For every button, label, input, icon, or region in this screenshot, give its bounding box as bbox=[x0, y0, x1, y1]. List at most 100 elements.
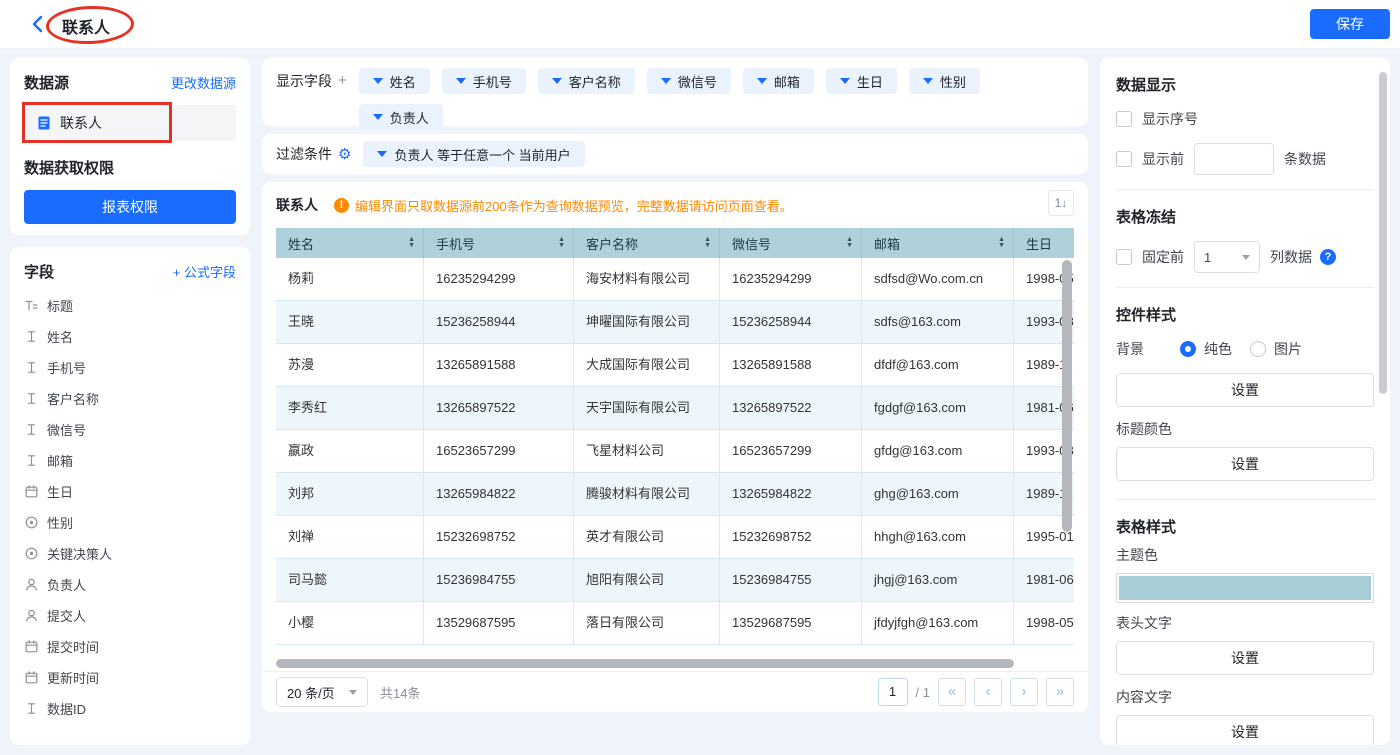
field-item-label: 姓名 bbox=[47, 327, 73, 346]
display-field-chip[interactable]: 性别 bbox=[909, 68, 980, 94]
table-cell: 小樱 bbox=[276, 602, 424, 644]
header-text-set-button[interactable]: 设置 bbox=[1116, 641, 1374, 675]
freeze-checkbox[interactable] bbox=[1116, 249, 1132, 265]
field-item[interactable]: 数据ID bbox=[24, 693, 236, 724]
freeze-count-select[interactable]: 1 bbox=[1194, 241, 1260, 273]
last-page-icon[interactable]: » bbox=[1046, 678, 1074, 706]
table-row: 小樱13529687595落日有限公司13529687595jfdyjfgh@1… bbox=[276, 602, 1074, 645]
sort-caret-icon[interactable]: ▲▼ bbox=[846, 237, 853, 249]
column-header-label: 手机号 bbox=[436, 234, 475, 253]
column-header[interactable]: 微信号▲▼ bbox=[720, 228, 862, 258]
page-size-select[interactable]: 20 条/页 bbox=[276, 677, 368, 707]
table-cell: 李秀红 bbox=[276, 387, 424, 429]
table-cell: sdfs@163.com bbox=[862, 301, 1014, 343]
change-datasource-link[interactable]: 更改数据源 bbox=[171, 73, 236, 92]
background-set-button[interactable]: 设置 bbox=[1116, 373, 1374, 407]
display-field-chip[interactable]: 姓名 bbox=[359, 68, 430, 94]
solid-color-radio[interactable] bbox=[1180, 341, 1196, 357]
image-radio[interactable] bbox=[1250, 341, 1266, 357]
display-field-chip[interactable]: 微信号 bbox=[647, 68, 731, 94]
radio-icon bbox=[24, 515, 39, 530]
sort-caret-icon[interactable]: ▲▼ bbox=[704, 237, 711, 249]
datasource-item[interactable]: 联系人 bbox=[24, 105, 236, 141]
help-icon[interactable]: ? bbox=[1320, 249, 1336, 265]
current-page-input[interactable]: 1 bbox=[878, 678, 908, 706]
solid-color-label: 纯色 bbox=[1204, 339, 1232, 359]
table-cell: sdfsd@Wo.com.cn bbox=[862, 258, 1014, 300]
field-item[interactable]: 标题 bbox=[24, 290, 236, 321]
chevron-down-icon bbox=[661, 78, 671, 84]
text-icon bbox=[24, 391, 39, 406]
gear-icon[interactable]: ⚙ bbox=[338, 145, 351, 163]
back-icon[interactable] bbox=[28, 14, 48, 34]
background-label: 背景 bbox=[1116, 339, 1180, 359]
panel-scrollbar[interactable] bbox=[1379, 72, 1387, 394]
field-item[interactable]: 手机号 bbox=[24, 352, 236, 383]
display-field-chip[interactable]: 手机号 bbox=[442, 68, 526, 94]
title-color-set-button[interactable]: 设置 bbox=[1116, 447, 1374, 481]
show-index-checkbox[interactable] bbox=[1116, 111, 1132, 127]
chip-label: 手机号 bbox=[473, 72, 512, 91]
content-text-set-button[interactable]: 设置 bbox=[1116, 715, 1374, 745]
table-cell: 16235294299 bbox=[720, 258, 862, 300]
column-header[interactable]: 手机号 ▲▼ bbox=[424, 228, 574, 258]
title-icon bbox=[24, 298, 39, 313]
fields-title: 字段 bbox=[24, 261, 54, 282]
filter-condition-chip[interactable]: 负责人 等于任意一个 当前用户 bbox=[363, 141, 584, 167]
prev-page-icon[interactable]: ‹ bbox=[974, 678, 1002, 706]
table-row: 刘禅15232698752英才有限公司15232698752hhgh@163.c… bbox=[276, 516, 1074, 559]
field-item[interactable]: 客户名称 bbox=[24, 383, 236, 414]
save-button[interactable]: 保存 bbox=[1310, 9, 1390, 39]
field-item[interactable]: 生日 bbox=[24, 476, 236, 507]
field-item-label: 负责人 bbox=[47, 575, 86, 594]
column-header[interactable]: 姓名▲▼ bbox=[276, 228, 424, 258]
field-item-label: 提交时间 bbox=[47, 637, 99, 656]
column-header[interactable]: 客户名称▲▼ bbox=[574, 228, 720, 258]
next-page-icon[interactable]: › bbox=[1010, 678, 1038, 706]
table-cell: 13265984822 bbox=[720, 473, 862, 515]
field-item-label: 标题 bbox=[47, 296, 73, 315]
column-header[interactable]: 邮箱▲▼ bbox=[862, 228, 1014, 258]
field-item-label: 客户名称 bbox=[47, 389, 99, 408]
display-field-chip[interactable]: 生日 bbox=[826, 68, 897, 94]
sort-order-icon[interactable]: 1↓ bbox=[1048, 190, 1074, 216]
field-item[interactable]: 微信号 bbox=[24, 414, 236, 445]
display-field-chip[interactable]: 负责人 bbox=[359, 104, 443, 130]
sort-caret-icon[interactable]: ▲▼ bbox=[998, 237, 1005, 249]
field-item[interactable]: 更新时间 bbox=[24, 662, 236, 693]
chevron-down-icon bbox=[373, 114, 383, 120]
table-row: 司马懿15236984755旭阳有限公司15236984755jhgj@163.… bbox=[276, 559, 1074, 602]
data-display-title: 数据显示 bbox=[1116, 74, 1374, 95]
field-item[interactable]: 姓名 bbox=[24, 321, 236, 352]
first-page-icon[interactable]: « bbox=[938, 678, 966, 706]
report-permission-button[interactable]: 报表权限 bbox=[24, 190, 236, 224]
field-item[interactable]: 性别 bbox=[24, 507, 236, 538]
display-field-chip[interactable]: 客户名称 bbox=[538, 68, 635, 94]
theme-color-swatch[interactable] bbox=[1116, 573, 1374, 603]
field-item[interactable]: 提交时间 bbox=[24, 631, 236, 662]
field-item[interactable]: 提交人 bbox=[24, 600, 236, 631]
column-header-label: 生日 bbox=[1026, 234, 1052, 253]
show-first-count-input[interactable] bbox=[1194, 143, 1274, 175]
table-cell: 13265891588 bbox=[720, 344, 862, 386]
sort-caret-icon[interactable]: ▲▼ bbox=[558, 237, 565, 249]
field-item[interactable]: 负责人 bbox=[24, 569, 236, 600]
add-formula-field-link[interactable]: + 公式字段 bbox=[173, 262, 236, 281]
chevron-down-icon bbox=[552, 78, 562, 84]
field-item[interactable]: 邮箱 bbox=[24, 445, 236, 476]
sort-caret-icon[interactable]: ▲▼ bbox=[408, 237, 415, 249]
field-item[interactable]: 关键决策人 bbox=[24, 538, 236, 569]
vertical-scrollbar[interactable] bbox=[1062, 260, 1072, 532]
show-first-checkbox[interactable] bbox=[1116, 151, 1132, 167]
display-field-chips: 姓名手机号客户名称微信号邮箱生日性别负责人 bbox=[359, 68, 1019, 116]
table-cell: 1998-05 bbox=[1014, 602, 1074, 644]
horizontal-scrollbar[interactable] bbox=[276, 659, 1014, 668]
column-header[interactable]: 生日▲▼ bbox=[1014, 228, 1074, 258]
add-field-icon[interactable]: + bbox=[338, 68, 347, 116]
table-cell: 13265897522 bbox=[720, 387, 862, 429]
display-field-chip[interactable]: 邮箱 bbox=[743, 68, 814, 94]
table-row: 刘邦13265984822腾骏材料有限公司13265984822ghg@163.… bbox=[276, 473, 1074, 516]
permission-title: 数据获取权限 bbox=[24, 157, 236, 178]
field-item-label: 邮箱 bbox=[47, 451, 73, 470]
table-cell: 15236984755 bbox=[424, 559, 574, 601]
